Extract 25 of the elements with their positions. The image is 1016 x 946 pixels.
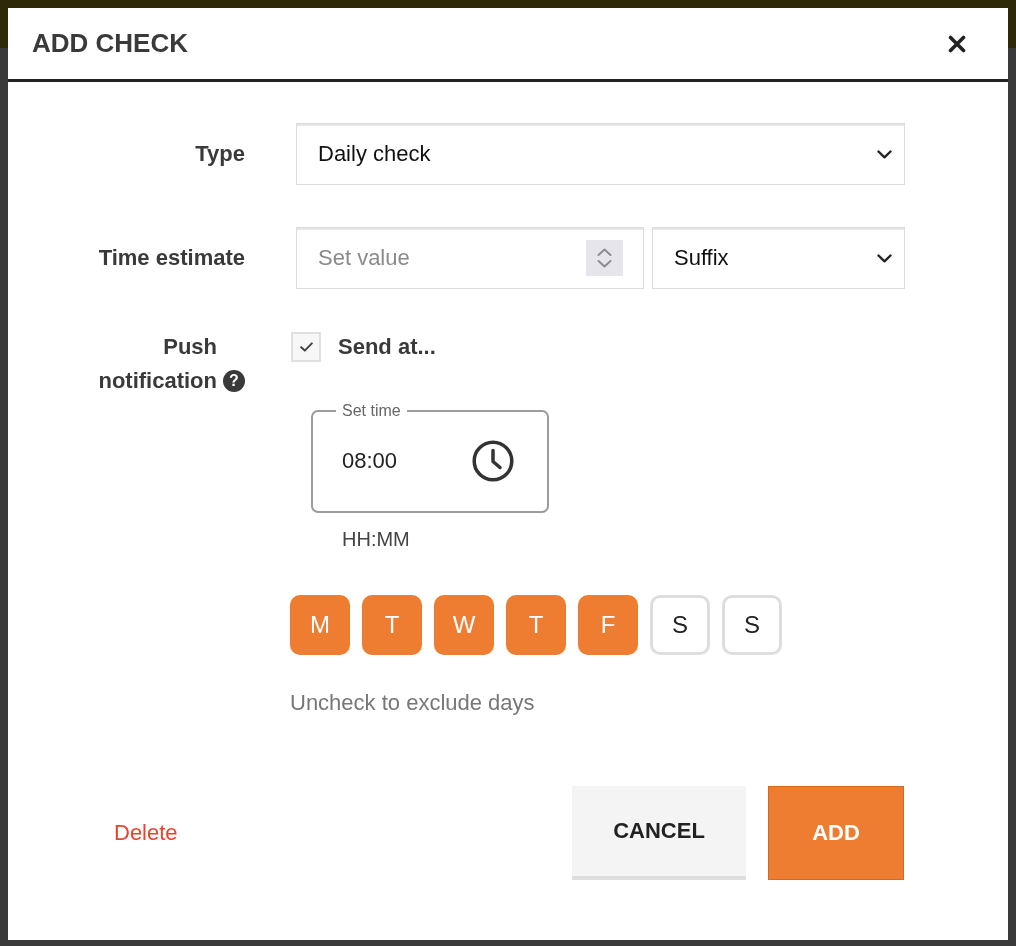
close-icon[interactable] bbox=[948, 34, 966, 53]
help-icon[interactable]: ? bbox=[223, 370, 245, 392]
field-label: Push notification bbox=[97, 333, 217, 395]
time-field[interactable]: Set time 08:00 bbox=[311, 401, 549, 513]
chevron-down-icon bbox=[877, 149, 892, 159]
type-select[interactable]: Daily check bbox=[296, 123, 905, 185]
time-field-label: Set time bbox=[341, 401, 402, 421]
field-label: Type bbox=[194, 141, 245, 167]
format-hint: HH:MM bbox=[342, 527, 410, 551]
day-toggle[interactable]: S bbox=[722, 595, 782, 655]
send-at-checkbox[interactable] bbox=[291, 332, 321, 362]
check-icon bbox=[299, 342, 313, 352]
time-value: 08:00 bbox=[342, 448, 398, 474]
cancel-button[interactable]: CANCEL bbox=[572, 786, 746, 880]
chevron-down-icon bbox=[877, 253, 892, 263]
days-hint: Uncheck to exclude days bbox=[290, 690, 535, 716]
up-down-arrows-icon[interactable] bbox=[586, 240, 623, 276]
dialog-title: ADD CHECK bbox=[32, 28, 188, 59]
clock-icon[interactable] bbox=[472, 440, 514, 482]
checkbox-label: Send at... bbox=[338, 333, 436, 361]
time-estimate-field[interactable]: Set value bbox=[296, 227, 644, 289]
delete-link[interactable]: Delete bbox=[114, 820, 178, 846]
field-label: Time estimate bbox=[97, 245, 245, 271]
day-toggle[interactable]: S bbox=[650, 595, 710, 655]
suffix-select[interactable]: Suffix bbox=[652, 227, 905, 289]
